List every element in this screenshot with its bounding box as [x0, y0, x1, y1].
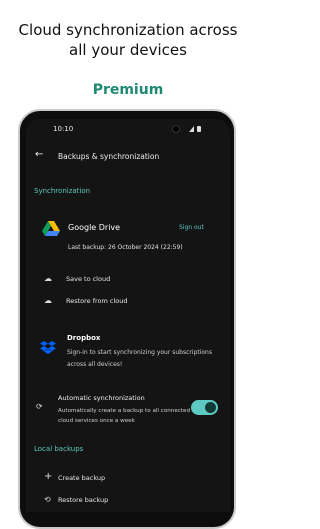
dropbox-icon: [40, 341, 56, 354]
page-title: Backups & synchronization: [58, 152, 160, 161]
headline-line-1: Cloud synchronization across: [18, 21, 238, 39]
status-time: 10:10: [53, 125, 74, 133]
back-arrow-icon[interactable]: ←: [35, 149, 43, 160]
cloud-upload-icon: ☁: [44, 274, 52, 283]
section-header-local: Local backups: [34, 445, 84, 453]
section-header-sync: Synchronization: [34, 187, 91, 195]
restore-icon: ⟲: [44, 495, 51, 504]
google-drive-name: Google Drive: [68, 223, 121, 232]
app-bar: ← Backups & synchronization: [26, 149, 230, 169]
cloud-download-icon: ☁: [44, 296, 52, 305]
last-backup-text: Last backup: 26 October 2024 (22:59): [68, 244, 183, 251]
status-bar: 10:10: [26, 119, 230, 141]
restore-from-cloud-button[interactable]: Restore from cloud: [66, 297, 128, 305]
sync-schedule-icon: ⟳: [36, 402, 43, 411]
toggle-knob: [205, 402, 216, 413]
phone-screen: 10:10 ← Backups & synchronization Synchr…: [26, 119, 230, 512]
battery-icon: [197, 126, 201, 132]
headline-line-2: all your devices: [69, 41, 187, 59]
sign-out-button[interactable]: Sign out: [179, 224, 204, 231]
headline: Cloud synchronization across all your de…: [0, 20, 256, 60]
signal-icon: [189, 126, 194, 132]
auto-sync-toggle[interactable]: [191, 400, 218, 415]
dropbox-description: Sign-in to start synchronizing your subs…: [67, 349, 212, 368]
google-drive-icon: [42, 221, 60, 236]
restore-backup-button[interactable]: Restore backup: [58, 496, 108, 504]
add-icon: +: [44, 471, 53, 482]
auto-sync-title: Automatic synchronization: [58, 394, 145, 402]
auto-sync-description: Automatically create a backup to all con…: [58, 408, 191, 424]
camera-cutout: [172, 125, 180, 133]
premium-badge: Premium: [92, 82, 164, 98]
save-to-cloud-button[interactable]: Save to cloud: [66, 275, 110, 283]
create-backup-button[interactable]: Create backup: [58, 474, 105, 482]
dropbox-name[interactable]: Dropbox: [67, 334, 100, 342]
